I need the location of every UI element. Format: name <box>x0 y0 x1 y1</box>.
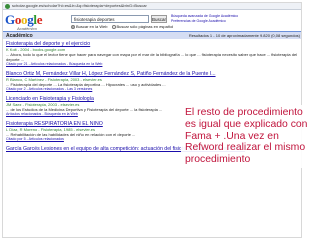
preferences-link[interactable]: Preferencias de Google Académico <box>171 19 238 24</box>
slide: scholar.google.es/scholar?hl=es&lr=&q=fi… <box>0 0 320 240</box>
globe-icon <box>5 3 10 9</box>
search-input[interactable]: fisioterapia deportes <box>71 15 149 23</box>
address-bar[interactable]: scholar.google.es/scholar?hl=es&lr=&q=fi… <box>3 3 301 10</box>
radio-checked-icon <box>71 24 75 29</box>
search-scope-radios: Buscar en la Web Buscar sólo páginas en … <box>71 24 173 29</box>
advanced-search-link[interactable]: Búsqueda avanzada de Google Académico <box>171 14 238 19</box>
address-url: scholar.google.es/scholar?hl=es&lr=&q=fi… <box>12 3 147 8</box>
radio-unchecked-icon <box>111 24 116 29</box>
google-logo[interactable]: Google <box>5 12 43 27</box>
result-links[interactable]: Citado por 21 - Artículos relacionados -… <box>6 62 301 67</box>
result-snippet: ... Ahora, todo lo que el lector tiene q… <box>6 52 298 62</box>
radio-spanish[interactable]: Buscar sólo páginas en español <box>111 24 174 29</box>
section-label: Académico <box>6 32 33 39</box>
result-links[interactable]: Citado por 2 - Artículos relacionados - … <box>6 87 301 92</box>
results-bar: Académico Resultados 1 - 10 de aproximad… <box>3 31 301 39</box>
radio-web-label: Buscar en la Web <box>76 24 108 29</box>
result-item: Blanco Ortiz M, Fernández Villar H, Lópe… <box>6 71 301 92</box>
radio-spanish-label: Buscar sólo páginas en español <box>116 24 174 29</box>
advanced-search-links: Búsqueda avanzada de Google Académico Pr… <box>171 14 238 23</box>
scholar-header: Google Académico fisioterapia deportes B… <box>3 11 301 31</box>
search-button[interactable]: Buscar <box>151 15 167 23</box>
slide-caption: El resto de procedimiento es igual que e… <box>181 105 317 168</box>
result-item: Fisioterapia del deporte y el ejercicio … <box>6 41 301 67</box>
logo-letter: e <box>36 12 43 27</box>
logo-letter: G <box>5 12 15 27</box>
radio-web[interactable]: Buscar en la Web <box>71 24 108 29</box>
results-stats: Resultados 1 - 10 de aproximadamente 9.8… <box>188 33 300 38</box>
